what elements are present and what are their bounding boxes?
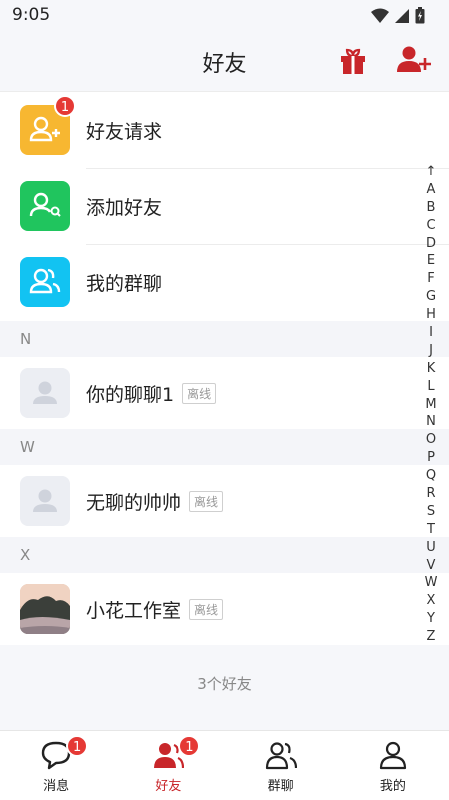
header: 好友 bbox=[0, 32, 449, 92]
contact-name-row: 你的聊聊1 离线 bbox=[86, 380, 217, 407]
index-letter[interactable]: J bbox=[423, 342, 439, 360]
add-friend-button[interactable] bbox=[396, 44, 432, 76]
contact-row[interactable]: 小花工作室 离线 bbox=[0, 573, 449, 645]
index-letter[interactable]: C bbox=[423, 217, 439, 235]
section-header-w: W bbox=[0, 429, 449, 465]
index-letter[interactable]: P bbox=[423, 449, 439, 467]
contact-row[interactable]: 你的聊聊1 离线 bbox=[0, 357, 449, 429]
friend-list: 1 好友请求 添加好友 我的群聊 N 你的聊聊1 离线 W 无聊的帅帅 离线 X… bbox=[0, 93, 449, 645]
search-person-icon bbox=[20, 181, 70, 231]
index-letter[interactable]: Q bbox=[423, 467, 439, 485]
index-letter[interactable]: V bbox=[423, 557, 439, 575]
bottom-tab-bar: 1 消息 1 好友 群聊 我的 bbox=[0, 730, 449, 800]
add-friend-row[interactable]: 添加好友 bbox=[0, 169, 449, 245]
friend-count: 3个好友 bbox=[197, 675, 252, 693]
tab-label: 消息 bbox=[43, 779, 70, 794]
group-icon bbox=[265, 742, 297, 770]
contact-row[interactable]: 无聊的帅帅 离线 bbox=[0, 465, 449, 537]
group-chat-icon bbox=[20, 257, 70, 307]
status-icons bbox=[371, 7, 425, 24]
index-letter[interactable]: G bbox=[423, 288, 439, 306]
signal-icon bbox=[395, 8, 409, 23]
index-letter[interactable]: ↑ bbox=[423, 163, 439, 181]
status-bar: 9:05 bbox=[0, 0, 449, 32]
avatar bbox=[20, 368, 70, 418]
profile-icon bbox=[379, 741, 406, 770]
tab-groups[interactable]: 群聊 bbox=[225, 731, 337, 800]
index-letter[interactable]: Y bbox=[423, 610, 439, 628]
tab-friends[interactable]: 1 好友 bbox=[112, 731, 224, 800]
tab-messages[interactable]: 1 消息 bbox=[0, 731, 112, 800]
index-letter[interactable]: B bbox=[423, 199, 439, 217]
section-letter: X bbox=[20, 546, 31, 564]
index-letter[interactable]: R bbox=[423, 485, 439, 503]
index-letter[interactable]: X bbox=[423, 592, 439, 610]
index-letter[interactable]: S bbox=[423, 503, 439, 521]
avatar bbox=[20, 476, 70, 526]
contact-name: 无聊的帅帅 bbox=[86, 492, 182, 514]
landscape-photo bbox=[20, 584, 70, 634]
index-letter[interactable]: E bbox=[423, 252, 439, 270]
index-letter[interactable]: L bbox=[423, 378, 439, 396]
battery-icon bbox=[415, 7, 425, 24]
tab-profile[interactable]: 我的 bbox=[337, 731, 449, 800]
offline-tag: 离线 bbox=[182, 383, 217, 404]
index-letter[interactable]: U bbox=[423, 539, 439, 557]
index-letter[interactable]: O bbox=[423, 431, 439, 449]
contact-name: 小花工作室 bbox=[86, 600, 182, 622]
section-header-x: X bbox=[0, 537, 449, 573]
default-avatar-icon bbox=[33, 381, 57, 404]
index-letter[interactable]: W bbox=[423, 574, 439, 592]
tab-label: 群聊 bbox=[267, 779, 294, 794]
friend-request-badge: 1 bbox=[54, 95, 76, 117]
index-letter[interactable]: N bbox=[423, 413, 439, 431]
tab-label: 好友 bbox=[155, 779, 182, 794]
section-letter: W bbox=[20, 438, 35, 456]
list-footer: 3个好友 bbox=[0, 645, 449, 731]
add-friend-label: 添加好友 bbox=[86, 197, 163, 219]
contact-name: 你的聊聊1 bbox=[86, 384, 175, 406]
messages-badge: 1 bbox=[66, 735, 89, 757]
wifi-icon bbox=[371, 8, 389, 23]
friend-requests-label: 好友请求 bbox=[86, 121, 163, 143]
friends-badge: 1 bbox=[178, 735, 201, 757]
section-header-n: N bbox=[0, 321, 449, 357]
friend-requests-row[interactable]: 1 好友请求 bbox=[0, 93, 449, 169]
index-letter[interactable]: H bbox=[423, 306, 439, 324]
index-letter[interactable]: Z bbox=[423, 628, 439, 646]
avatar-photo bbox=[20, 584, 70, 634]
index-letter[interactable]: T bbox=[423, 521, 439, 539]
offline-tag: 离线 bbox=[189, 491, 224, 512]
default-avatar-icon bbox=[33, 489, 57, 512]
index-letter[interactable]: A bbox=[423, 181, 439, 199]
status-time: 9:05 bbox=[12, 5, 51, 25]
page-title: 好友 bbox=[202, 52, 247, 77]
offline-tag: 离线 bbox=[189, 599, 224, 620]
index-letter[interactable]: M bbox=[423, 396, 439, 414]
alphabet-index[interactable]: ↑ABCDEFGHIJKLMNOPQRSTUVWXYZ# bbox=[423, 163, 439, 664]
my-groups-label: 我的群聊 bbox=[86, 273, 163, 295]
index-letter[interactable]: K bbox=[423, 360, 439, 378]
index-letter[interactable]: D bbox=[423, 235, 439, 253]
gift-button[interactable] bbox=[338, 46, 368, 76]
contact-name-row: 小花工作室 离线 bbox=[86, 596, 224, 623]
contact-name-row: 无聊的帅帅 离线 bbox=[86, 488, 224, 515]
gift-icon bbox=[341, 48, 365, 74]
index-letter[interactable]: I bbox=[423, 324, 439, 342]
index-letter[interactable]: F bbox=[423, 270, 439, 288]
tab-label: 我的 bbox=[379, 779, 406, 794]
my-groups-row[interactable]: 我的群聊 bbox=[0, 245, 449, 321]
add-person-icon bbox=[397, 46, 431, 72]
section-letter: N bbox=[20, 330, 32, 348]
